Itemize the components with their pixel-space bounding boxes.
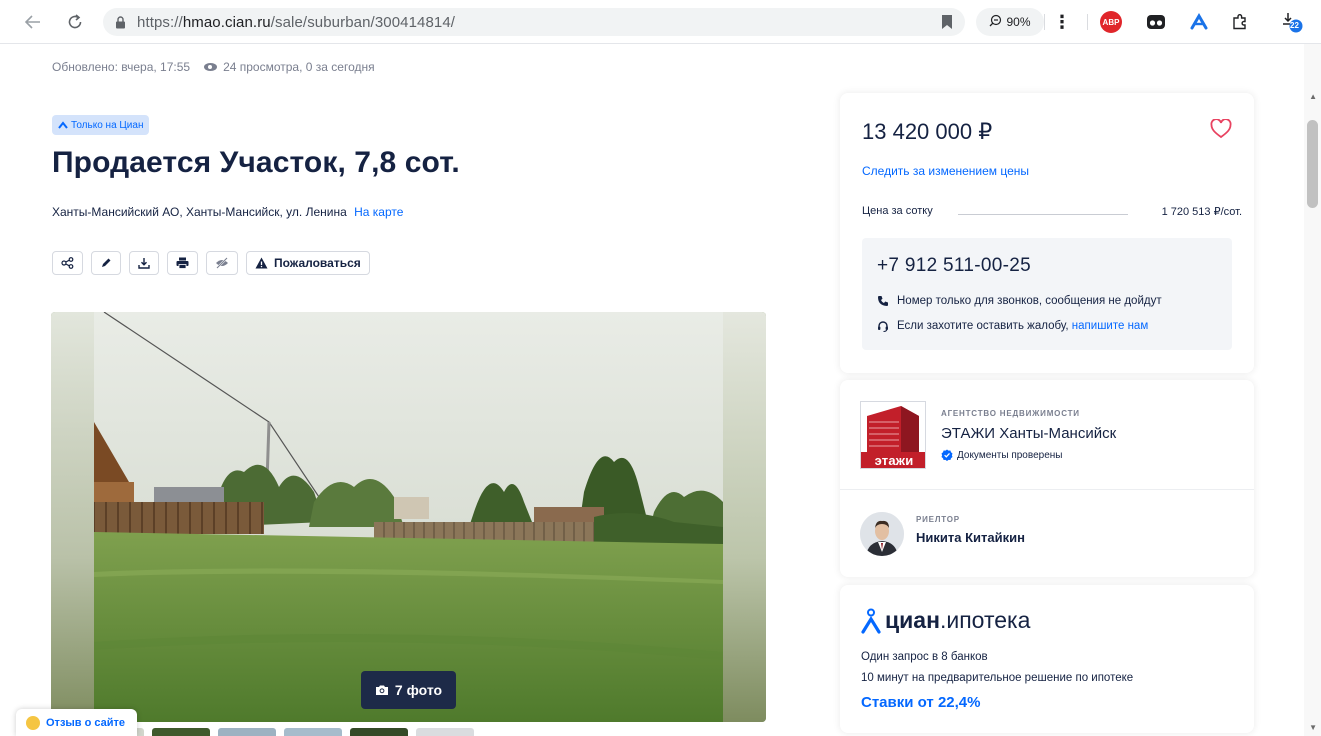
phone-box: +7 912 511-00-25 Номер только для звонко…	[862, 238, 1232, 350]
photo-gallery[interactable]	[51, 312, 766, 722]
photo-thumbnail[interactable]	[218, 728, 276, 736]
zoom-out-icon	[989, 14, 1002, 30]
eye-off-icon	[216, 257, 228, 269]
verified-badge-icon	[941, 449, 953, 461]
listing-address: Ханты-Мансийский АО, Ханты-Мансийск, ул.…	[52, 205, 403, 219]
share-icon	[61, 257, 74, 269]
extensions-puzzle-icon[interactable]	[1229, 11, 1251, 33]
favorite-heart-icon[interactable]	[1210, 119, 1232, 139]
updated-text: Обновлено: вчера, 17:55	[52, 60, 191, 74]
back-icon[interactable]	[18, 7, 48, 37]
listing-price: 13 420 000 ₽	[862, 119, 993, 144]
url-text: https://hmao.cian.ru/sale/suburban/30041…	[137, 13, 456, 31]
hide-button[interactable]	[206, 251, 238, 275]
site-feedback-button[interactable]: Отзыв о сайте	[16, 709, 138, 736]
reload-icon[interactable]	[60, 7, 90, 37]
listing-meta: Обновлено: вчера, 17:55 24 просмотра, 0 …	[52, 60, 375, 74]
cian-mortgage-logo: циан.ипотека	[861, 607, 1030, 634]
mortgage-line-decision: 10 минут на предварительное решение по и…	[861, 672, 1134, 684]
realtor-avatar[interactable]	[860, 512, 904, 556]
scroll-down-icon[interactable]: ▼	[1309, 723, 1317, 732]
agency-type: АГЕНТСТВО НЕДВИЖИМОСТИ	[941, 409, 1080, 418]
photo-thumbnail[interactable]	[350, 728, 408, 736]
pencil-icon	[102, 258, 111, 267]
smile-icon	[26, 715, 40, 730]
realtor-type: РИЕЛТОР	[916, 515, 960, 524]
page-title: Продается Участок, 7,8 сот.	[52, 146, 460, 179]
incognito-extension-icon[interactable]	[1145, 11, 1167, 33]
printer-icon	[176, 257, 189, 269]
download-icon	[138, 258, 150, 269]
realtor-name[interactable]: Никита Китайкин	[916, 530, 1025, 545]
headset-icon	[878, 321, 888, 332]
complaint-note: Если захотите оставить жалобу, напишите …	[877, 320, 1148, 332]
camera-icon	[375, 685, 388, 695]
print-button[interactable]	[167, 251, 198, 275]
mortgage-rates-link[interactable]: Ставки от 22,4%	[861, 694, 980, 711]
adblock-icon[interactable]: ABP	[1100, 11, 1122, 33]
badge-label: Только на Циан	[71, 119, 144, 131]
toolbar-divider	[1044, 14, 1045, 30]
translate-extension-icon[interactable]	[1188, 11, 1210, 33]
zoom-indicator[interactable]: 90%	[976, 8, 1044, 36]
write-us-link[interactable]: напишите нам	[1072, 320, 1148, 332]
phone-number[interactable]: +7 912 511-00-25	[877, 255, 1031, 277]
gallery-prev-preview[interactable]	[51, 312, 94, 722]
address-text: Ханты-Мансийский АО, Ханты-Мансийск, ул.…	[52, 205, 347, 219]
follow-price-link[interactable]: Следить за изменением цены	[862, 164, 1029, 178]
feedback-label: Отзыв о сайте	[46, 716, 126, 729]
documents-verified: Документы проверены	[941, 449, 1062, 461]
scroll-up-icon[interactable]: ▲	[1309, 92, 1317, 101]
address-bar[interactable]: https://hmao.cian.ru/sale/suburban/30041…	[103, 8, 965, 36]
photo-thumbnail[interactable]	[416, 728, 474, 736]
agency-logo[interactable]: этажи	[860, 401, 926, 469]
mortgage-card[interactable]: циан.ипотека Один запрос в 8 банков 10 м…	[840, 585, 1254, 733]
edit-button[interactable]	[91, 251, 121, 275]
complain-label: Пожаловаться	[274, 256, 361, 270]
share-button[interactable]	[52, 251, 83, 275]
photo-thumbnails	[118, 728, 474, 736]
cian-arrow-icon	[58, 121, 68, 129]
cian-pin-icon	[861, 608, 881, 634]
more-menu-icon[interactable]: ⋮	[1048, 8, 1076, 36]
agent-divider	[840, 489, 1254, 490]
download-button[interactable]	[129, 251, 159, 275]
mortgage-line-banks: Один запрос в 8 банков	[861, 651, 988, 663]
listing-actions: Пожаловаться	[52, 251, 370, 275]
price-per-unit-divider	[958, 214, 1128, 215]
downloads-count: 22	[1290, 21, 1299, 30]
scroll-thumb[interactable]	[1307, 120, 1318, 208]
warning-icon	[255, 257, 268, 269]
lock-icon	[109, 11, 131, 33]
calls-only-note: Номер только для звонков, сообщения не д…	[877, 295, 1162, 307]
photo-count-label: 7 фото	[394, 682, 443, 698]
views-text: 24 просмотра, 0 за сегодня	[223, 60, 375, 74]
eye-icon	[204, 63, 218, 71]
toolbar-divider	[1087, 14, 1088, 30]
price-per-unit-value: 1 720 513 ₽/сот.	[1161, 206, 1242, 218]
agency-name[interactable]: ЭТАЖИ Ханты-Мансийск	[941, 425, 1116, 442]
main-photo[interactable]	[94, 312, 723, 722]
price-per-unit-label: Цена за сотку	[862, 205, 933, 217]
browser-toolbar: https://hmao.cian.ru/sale/suburban/30041…	[0, 0, 1321, 44]
bookmark-icon[interactable]	[941, 14, 953, 30]
photo-count-button[interactable]: 7 фото	[361, 671, 456, 709]
downloads-icon[interactable]: 22	[1281, 11, 1303, 33]
agent-card: этажи АГЕНТСТВО НЕДВИЖИМОСТИ ЭТАЖИ Ханты…	[840, 380, 1254, 577]
complain-button[interactable]: Пожаловаться	[246, 251, 370, 275]
gallery-next-preview[interactable]	[723, 312, 766, 722]
only-on-cian-badge: Только на Циан	[52, 115, 150, 135]
photo-thumbnail[interactable]	[152, 728, 210, 736]
price-card: 13 420 000 ₽ Следить за изменением цены …	[840, 93, 1254, 373]
zoom-level: 90%	[1006, 15, 1031, 29]
page-scrollbar[interactable]: ▲ ▼	[1304, 44, 1321, 736]
on-map-link[interactable]: На карте	[354, 205, 403, 219]
agency-logo-text: этажи	[874, 453, 914, 468]
photo-thumbnail[interactable]	[284, 728, 342, 736]
phone-icon	[878, 296, 888, 306]
